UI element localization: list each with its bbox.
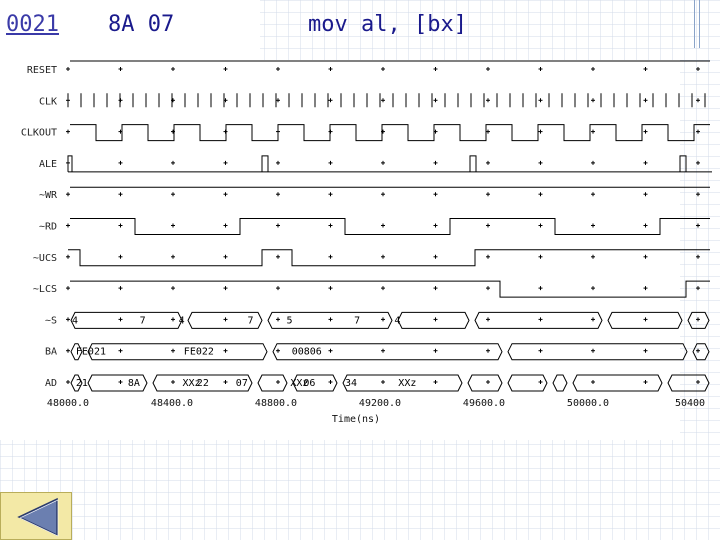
bus-value-label: FE021 — [76, 347, 106, 358]
signal-label: ~UCS — [33, 253, 57, 264]
x-tick-label: 48400.0 — [151, 398, 193, 409]
signal-label: CLKOUT — [21, 128, 57, 139]
instruction-bytes: 8A 07 — [108, 12, 175, 37]
bus-value-label: XXz — [398, 378, 416, 389]
bus-segment — [397, 311, 470, 329]
bus-value-label: 4 — [394, 315, 400, 326]
back-triangle-icon — [17, 497, 59, 537]
instruction-address-link[interactable]: 0021 — [6, 12, 59, 37]
bus-value-label: 06 — [303, 378, 315, 389]
bus-segment — [467, 374, 503, 392]
bus-segment — [692, 343, 710, 361]
header-divider — [694, 0, 700, 48]
ale-pulse — [679, 155, 687, 172]
back-button[interactable] — [0, 492, 72, 540]
clkout-trace — [70, 124, 710, 142]
lcs-trace — [70, 280, 710, 298]
x-tick-label: 49200.0 — [359, 398, 401, 409]
signal-label: RESET — [27, 65, 57, 76]
bus-segment — [474, 311, 603, 329]
x-tick-label: 48000.0 — [47, 398, 89, 409]
ale-pulse — [67, 155, 73, 172]
bus-segment — [572, 374, 663, 392]
bus-segment — [87, 343, 268, 361]
signal-label: ~LCS — [33, 284, 57, 295]
signal-label: ALE — [39, 159, 57, 170]
x-tick-label: 50400 — [675, 398, 705, 409]
timing-diagram: RESET CLK CLKOUT ALE ~WR ~RD ~UCS ~LCS ~S BA AD 4 7 4… — [21, 60, 712, 425]
bus-value-label: FE022 — [184, 347, 214, 358]
bus-value-label: 21 — [76, 378, 88, 389]
ale-pulse — [261, 155, 269, 172]
bus-value-label: 5 — [287, 315, 293, 326]
bus-value-label: 7 — [248, 315, 254, 326]
bus-segment — [667, 374, 710, 392]
ucs-trace — [68, 249, 710, 267]
signal-label: ~RD — [39, 222, 57, 233]
bus-segment — [70, 311, 183, 329]
bus-value-label: 7 — [140, 315, 146, 326]
signal-label: AD — [45, 378, 57, 389]
bus-segment — [507, 343, 688, 361]
signal-label: ~WR — [39, 190, 58, 201]
bus-value-label: 22 — [197, 378, 209, 389]
bus-value-label: 4 — [179, 315, 185, 326]
x-axis-label: Time(ns) — [332, 414, 380, 425]
signal-label: ~S — [45, 315, 57, 326]
signal-label: CLK — [39, 96, 57, 107]
bus-value-label: 00806 — [292, 347, 322, 358]
rd-trace — [70, 218, 710, 235]
bus-value-label: 07 — [236, 378, 248, 389]
ale-pulse — [469, 155, 477, 172]
clk-trace — [67, 93, 706, 108]
signal-label: BA — [45, 347, 57, 358]
bus-segment — [552, 374, 568, 392]
bus-value-label: 4 — [72, 315, 78, 326]
bus-segment — [507, 374, 548, 392]
x-tick-label: 48800.0 — [255, 398, 297, 409]
x-tick-label: 49600.0 — [463, 398, 505, 409]
instruction-mnemonic: mov al, [bx] — [308, 12, 467, 37]
bus-segment — [257, 374, 288, 392]
bus-value-label: 34 — [345, 378, 357, 389]
x-tick-label: 50000.0 — [567, 398, 609, 409]
bus-value-label: 7 — [354, 315, 360, 326]
bus-value-label: 8A — [128, 378, 140, 389]
